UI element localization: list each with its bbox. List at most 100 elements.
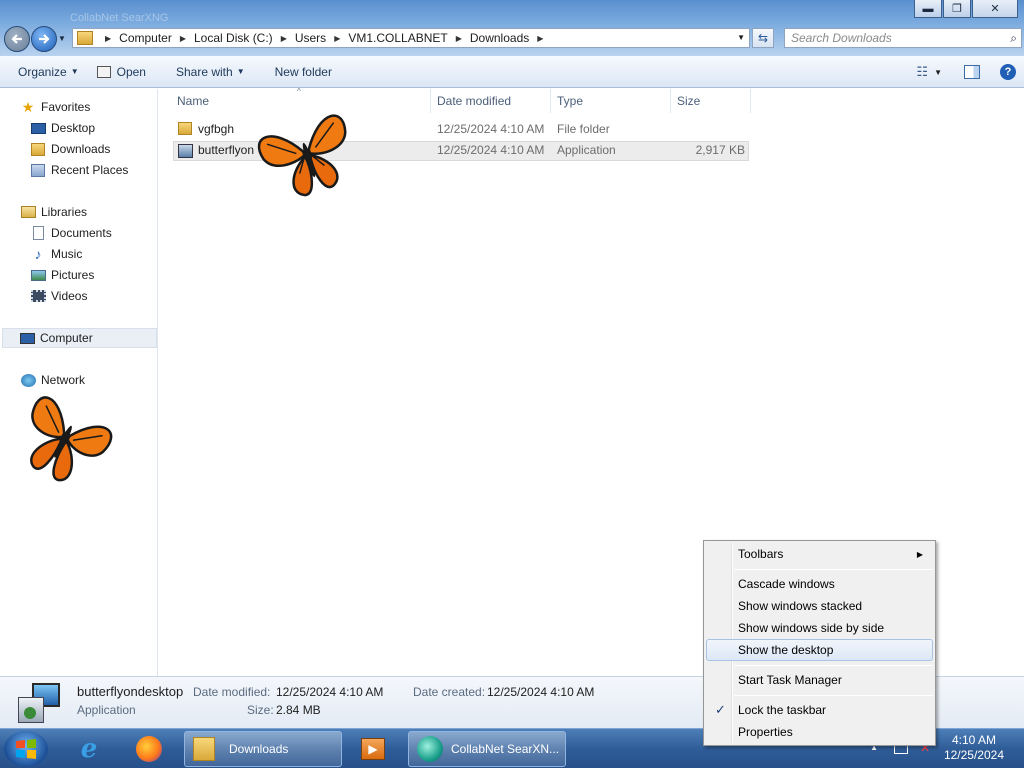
chevron-right-icon: ▶	[916, 549, 923, 559]
open-icon	[96, 65, 111, 78]
nav-videos[interactable]: Videos	[30, 286, 87, 306]
folder-icon	[193, 737, 215, 761]
start-button[interactable]	[4, 731, 48, 767]
nav-documents[interactable]: Documents	[30, 223, 112, 243]
application-icon	[178, 144, 193, 158]
preview-pane-icon[interactable]	[964, 65, 980, 79]
view-controls: ☷ ▼ ?	[902, 56, 1016, 88]
column-header-size[interactable]: Size	[671, 89, 751, 113]
file-date: 12/25/2024 4:10 AM	[437, 143, 545, 157]
maximize-button[interactable]: ❐	[943, 0, 971, 18]
file-name: butterflyon	[198, 143, 255, 157]
chevron-right-icon[interactable]: ▶	[456, 34, 462, 43]
nav-music[interactable]: ♪ Music	[30, 244, 83, 264]
window-controls: ▬ ❐ ✕	[913, 0, 1018, 18]
view-options-icon[interactable]: ☷	[916, 64, 928, 80]
taskbar-context-menu: Toolbars ▶ Cascade windows Show windows …	[703, 540, 936, 746]
nav-label: Videos	[51, 289, 88, 303]
search-input[interactable]: Search Downloads ⌕	[784, 28, 1022, 48]
browser-icon	[417, 736, 443, 762]
open-label: Open	[116, 64, 146, 79]
menu-item-properties[interactable]: Properties	[706, 721, 933, 743]
nav-pictures[interactable]: Pictures	[30, 265, 94, 285]
close-button[interactable]: ✕	[972, 0, 1018, 18]
breadcrumb-users[interactable]: Users ▶	[295, 31, 349, 45]
menu-separator	[734, 665, 933, 666]
forward-button[interactable]	[31, 26, 57, 52]
firefox-icon[interactable]	[130, 732, 168, 766]
breadcrumb-downloads[interactable]: Downloads ▶	[470, 31, 552, 45]
menu-item-label: Start Task Manager	[738, 673, 842, 687]
windows-logo-icon	[16, 739, 36, 759]
internet-explorer-icon[interactable]: e	[70, 732, 108, 766]
open-button[interactable]: Open	[88, 56, 155, 88]
chevron-right-icon[interactable]: ▶	[537, 34, 543, 43]
taskbar-downloads-button[interactable]: Downloads	[184, 731, 342, 767]
menu-item-cascade[interactable]: Cascade windows	[706, 573, 933, 595]
nav-recent-places[interactable]: Recent Places	[30, 160, 128, 180]
music-icon: ♪	[34, 246, 42, 262]
nav-favorites[interactable]: ★ Favorites	[20, 97, 91, 117]
recent-pages-dropdown[interactable]: ▼	[58, 34, 66, 43]
back-button[interactable]	[4, 26, 30, 52]
chevron-right-icon[interactable]: ▶	[105, 34, 111, 43]
details-size-label: Size:	[247, 703, 274, 717]
clock-date: 12/25/2024	[943, 748, 1004, 762]
menu-item-side-by-side[interactable]: Show windows side by side	[706, 617, 933, 639]
chevron-right-icon[interactable]: ▶	[334, 34, 340, 43]
column-label: Type	[557, 94, 584, 108]
column-header-type[interactable]: Type	[551, 89, 671, 113]
minimize-button[interactable]: ▬	[914, 0, 942, 18]
refresh-button[interactable]: ⇆	[752, 28, 774, 48]
organize-button[interactable]: Organize ▼	[9, 56, 88, 88]
share-with-button[interactable]: Share with ▼	[167, 56, 254, 88]
nav-computer[interactable]: Computer	[2, 328, 157, 348]
sort-indicator-icon: ^	[297, 87, 301, 96]
menu-item-label: Cascade windows	[738, 577, 835, 591]
column-header-date[interactable]: Date modified	[431, 89, 551, 113]
chevron-right-icon[interactable]: ▶	[180, 34, 186, 43]
nav-label: Libraries	[41, 205, 88, 219]
title-bar: CollabNet SearXNG ▬ ❐ ✕ ▼ ▶ Computer ▶ Lo…	[0, 0, 1024, 56]
breadcrumb-computer[interactable]: Computer ▶	[119, 31, 194, 45]
nav-downloads[interactable]: Downloads	[30, 139, 110, 159]
breadcrumb-user[interactable]: VM1.COLLABNET ▶	[348, 31, 470, 45]
breadcrumb-label: Downloads	[469, 31, 530, 45]
search-icon[interactable]: ⌕	[1010, 31, 1017, 46]
media-player-icon[interactable]: ▶	[354, 732, 392, 766]
address-bar[interactable]: ▶ Computer ▶ Local Disk (C:) ▶ Users ▶ VM1.…	[72, 28, 750, 48]
menu-item-lock-taskbar[interactable]: ✓ Lock the taskbar	[706, 699, 933, 721]
downloads-folder-icon	[30, 142, 46, 156]
clock[interactable]: 4:10 AM 12/25/2024	[944, 733, 1004, 763]
menu-item-label: Show the desktop	[738, 643, 834, 657]
help-icon[interactable]: ?	[1000, 64, 1016, 80]
menu-item-task-manager[interactable]: Start Task Manager	[706, 669, 933, 691]
folder-icon	[178, 122, 192, 135]
chevron-right-icon[interactable]: ▶	[281, 34, 287, 43]
nav-label: Documents	[51, 226, 112, 240]
nav-label: Downloads	[51, 142, 111, 156]
menu-separator	[734, 569, 933, 570]
nav-label: Music	[51, 247, 83, 261]
window-title: CollabNet SearXNG	[70, 12, 169, 24]
menu-item-show-desktop[interactable]: Show the desktop	[706, 639, 933, 661]
chevron-down-icon[interactable]: ▼	[934, 68, 942, 77]
videos-icon	[30, 289, 46, 303]
new-folder-button[interactable]: New folder	[266, 56, 341, 88]
menu-item-label: Show windows side by side	[738, 621, 885, 635]
menu-item-toolbars[interactable]: Toolbars ▶	[706, 543, 933, 565]
taskbar-collabnet-button[interactable]: CollabNet SearXN...	[408, 731, 566, 767]
chevron-down-icon[interactable]: ▼	[737, 33, 745, 42]
menu-item-stacked[interactable]: Show windows stacked	[706, 595, 933, 617]
breadcrumb-local-disk[interactable]: Local Disk (C:) ▶	[194, 31, 295, 45]
nav-desktop[interactable]: Desktop	[30, 118, 95, 138]
nav-libraries[interactable]: Libraries	[20, 202, 87, 222]
breadcrumb-label: VM1.COLLABNET	[348, 31, 448, 45]
nav-label: Favorites	[41, 100, 91, 114]
search-placeholder: Search Downloads	[791, 31, 892, 45]
clock-time: 4:10 AM	[951, 733, 996, 747]
desktop-icon	[30, 121, 46, 135]
recent-places-icon	[30, 163, 46, 177]
details-file-type: Application	[77, 703, 136, 717]
star-icon: ★	[21, 98, 35, 115]
